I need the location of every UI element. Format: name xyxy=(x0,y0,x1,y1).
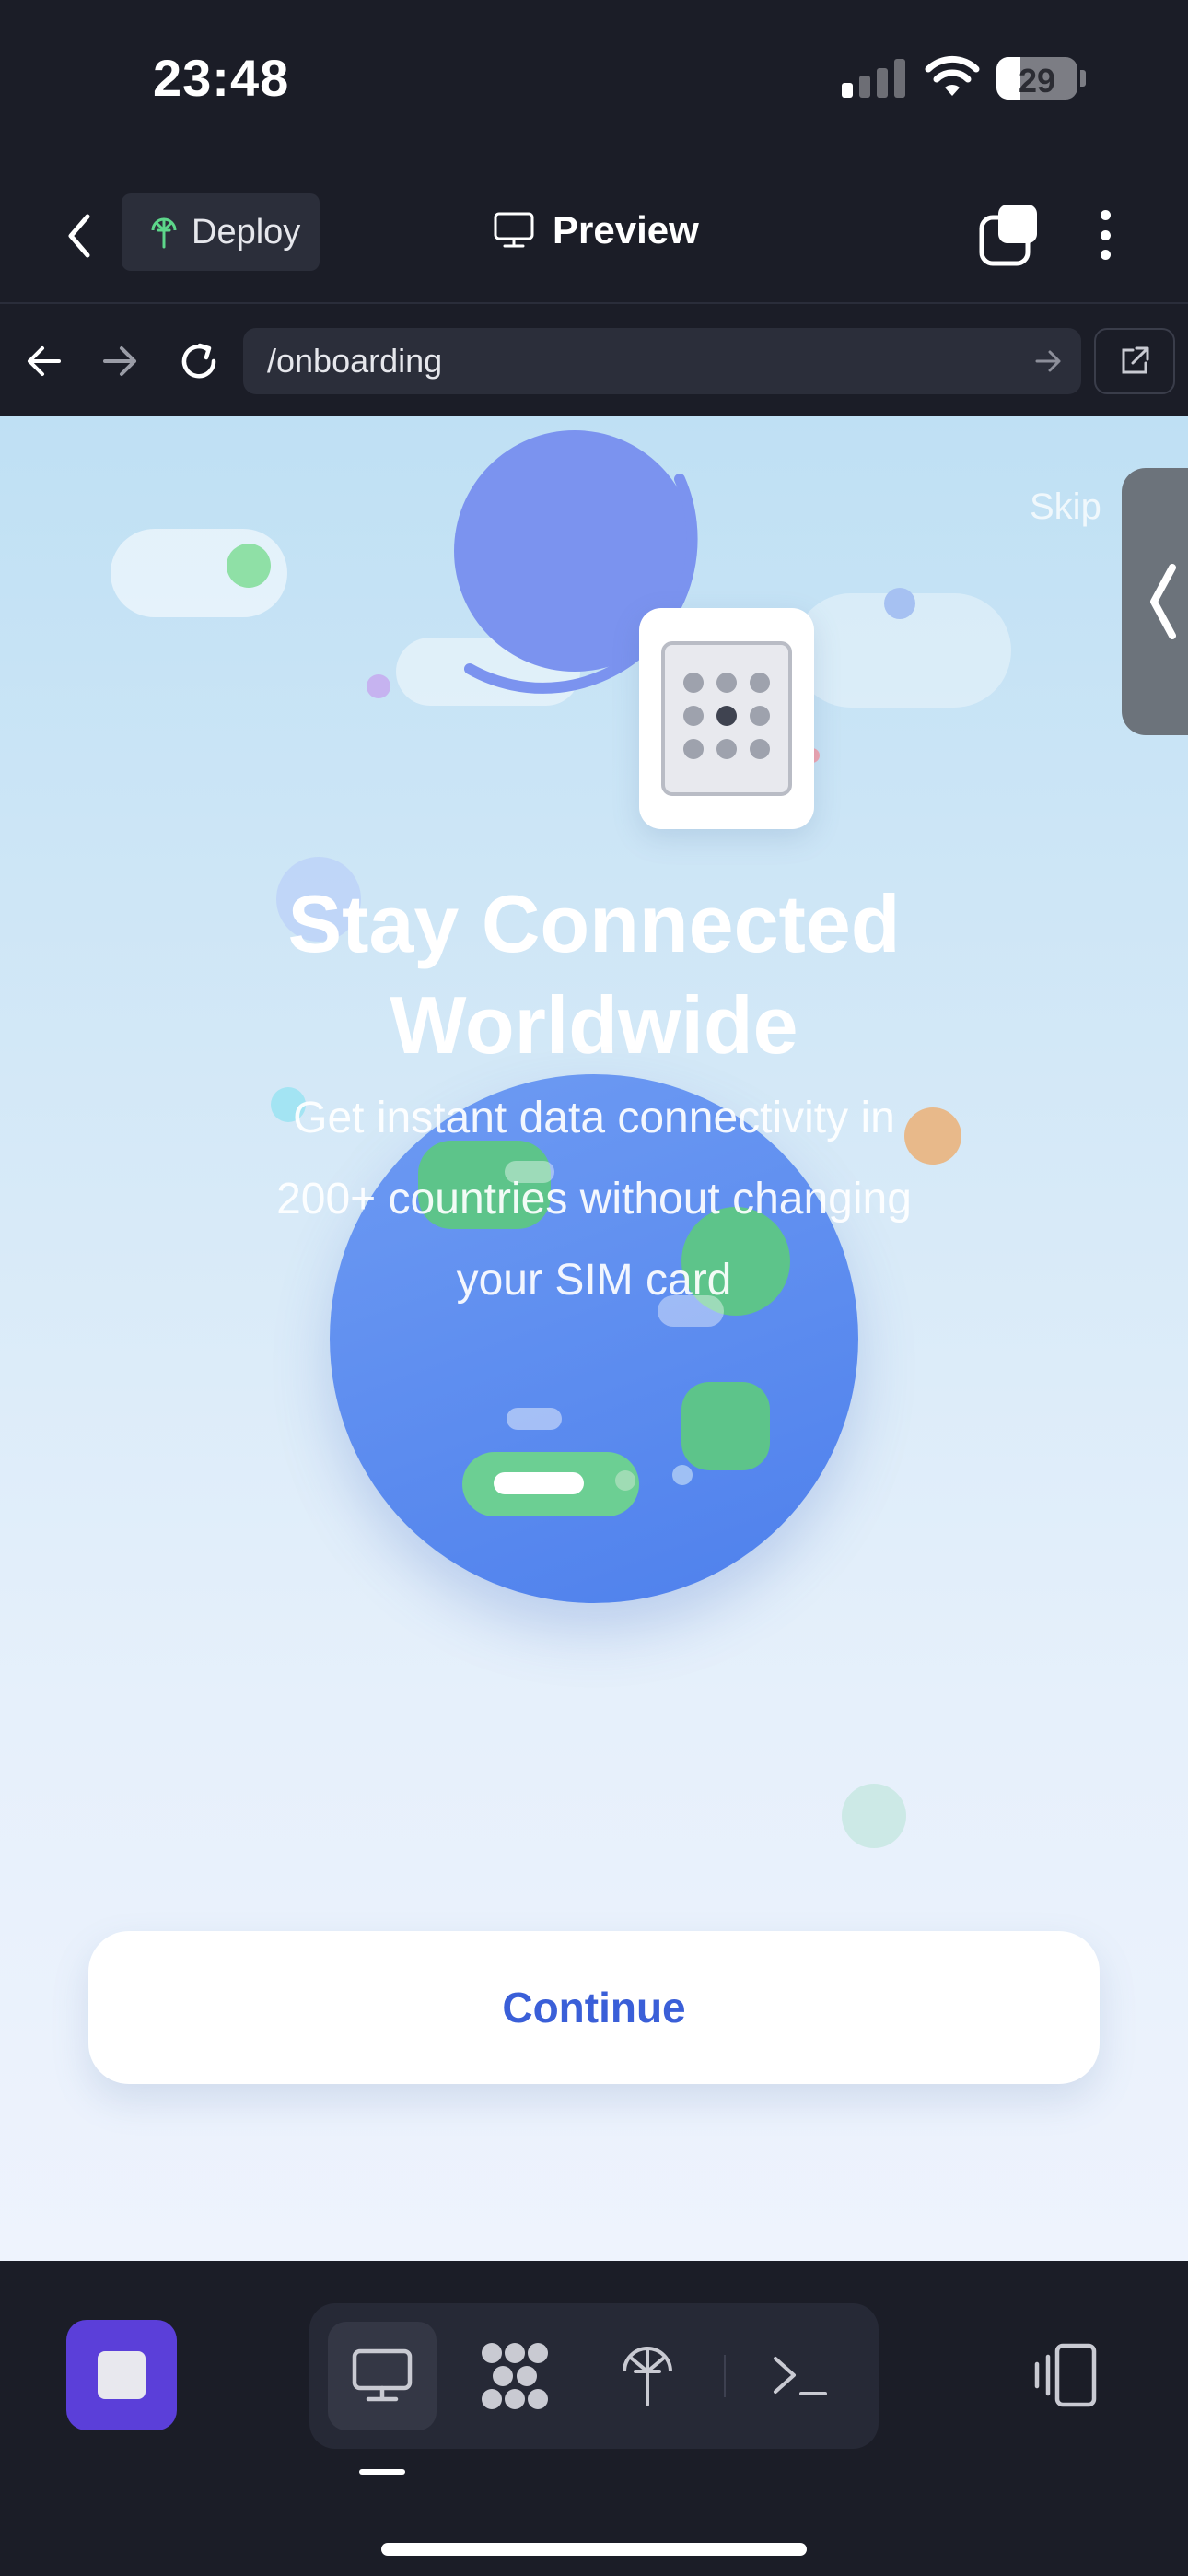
status-bar: 23:48 29 xyxy=(0,0,1188,166)
go-arrow-icon[interactable] xyxy=(1030,343,1066,380)
back-button[interactable] xyxy=(52,208,107,263)
tabs-icon[interactable] xyxy=(976,203,1041,267)
device-toggle-icon[interactable] xyxy=(1030,2338,1103,2412)
continue-label: Continue xyxy=(502,1984,686,2032)
monitor-icon xyxy=(352,2348,413,2402)
tool-switcher xyxy=(309,2303,879,2449)
preview-label: Preview xyxy=(553,208,699,252)
deploy-tree-icon xyxy=(151,217,177,249)
arrow-left-icon xyxy=(28,346,61,376)
subtitle-line-2: 200+ countries without changing xyxy=(276,1175,912,1224)
deploy-tree-icon xyxy=(623,2347,672,2406)
battery-percent: 29 xyxy=(1018,62,1056,100)
home-indicator xyxy=(381,2543,807,2556)
external-link-icon xyxy=(1122,346,1149,374)
tool-terminal[interactable] xyxy=(746,2322,855,2430)
chevron-left-icon xyxy=(1150,564,1176,639)
deploy-label: Deploy xyxy=(192,212,301,252)
browser-bar: /onboarding xyxy=(0,306,1188,416)
side-drawer-handle[interactable] xyxy=(1122,468,1188,735)
sim-card-icon xyxy=(639,608,814,829)
tool-deploy[interactable] xyxy=(593,2322,702,2430)
signal-icon xyxy=(842,59,906,98)
bottom-toolbar xyxy=(0,2261,1188,2576)
skip-button[interactable]: Skip xyxy=(1030,486,1101,528)
decor-dot-blue xyxy=(884,588,915,619)
tool-components[interactable] xyxy=(460,2322,569,2430)
tool-divider xyxy=(724,2355,726,2397)
battery-icon: 29 xyxy=(996,57,1077,100)
browser-back-button[interactable] xyxy=(17,334,72,389)
decor-dot-green xyxy=(227,544,271,588)
preview-viewport: Skip Stay Connected Worldwide Get instan… xyxy=(0,416,1188,2261)
stop-button[interactable] xyxy=(66,2320,177,2430)
title-line-2: Worldwide xyxy=(390,979,798,1071)
status-time: 23:48 xyxy=(153,49,290,107)
url-text: /onboarding xyxy=(267,342,443,380)
wifi-icon xyxy=(925,55,980,96)
continue-button[interactable]: Continue xyxy=(88,1931,1100,2084)
more-vertical-icon[interactable] xyxy=(1087,203,1124,267)
decor-dot-green xyxy=(842,1784,906,1848)
url-bar[interactable]: /onboarding xyxy=(243,328,1081,394)
preview-title: Preview xyxy=(494,208,699,252)
grid-dots-icon xyxy=(482,2343,548,2409)
battery-nub xyxy=(1080,70,1086,87)
app-header: Deploy Preview xyxy=(0,166,1188,304)
tool-preview[interactable] xyxy=(328,2322,437,2430)
deploy-button[interactable]: Deploy xyxy=(122,193,320,271)
subtitle-line-3: your SIM card xyxy=(456,1256,732,1305)
terminal-icon xyxy=(774,2357,827,2395)
decor-dot-purple xyxy=(367,674,390,698)
open-external-button[interactable] xyxy=(1094,328,1175,394)
title-line-1: Stay Connected xyxy=(287,878,901,969)
subtitle-line-1: Get instant data connectivity in xyxy=(293,1094,895,1142)
monitor-icon xyxy=(494,212,534,248)
arrow-right-icon xyxy=(103,346,136,376)
active-tool-indicator xyxy=(359,2469,405,2475)
stop-icon xyxy=(98,2351,146,2399)
reload-icon xyxy=(181,343,216,379)
browser-forward-button[interactable] xyxy=(92,334,147,389)
chevron-left-icon xyxy=(68,214,90,258)
reload-button[interactable] xyxy=(171,334,227,389)
